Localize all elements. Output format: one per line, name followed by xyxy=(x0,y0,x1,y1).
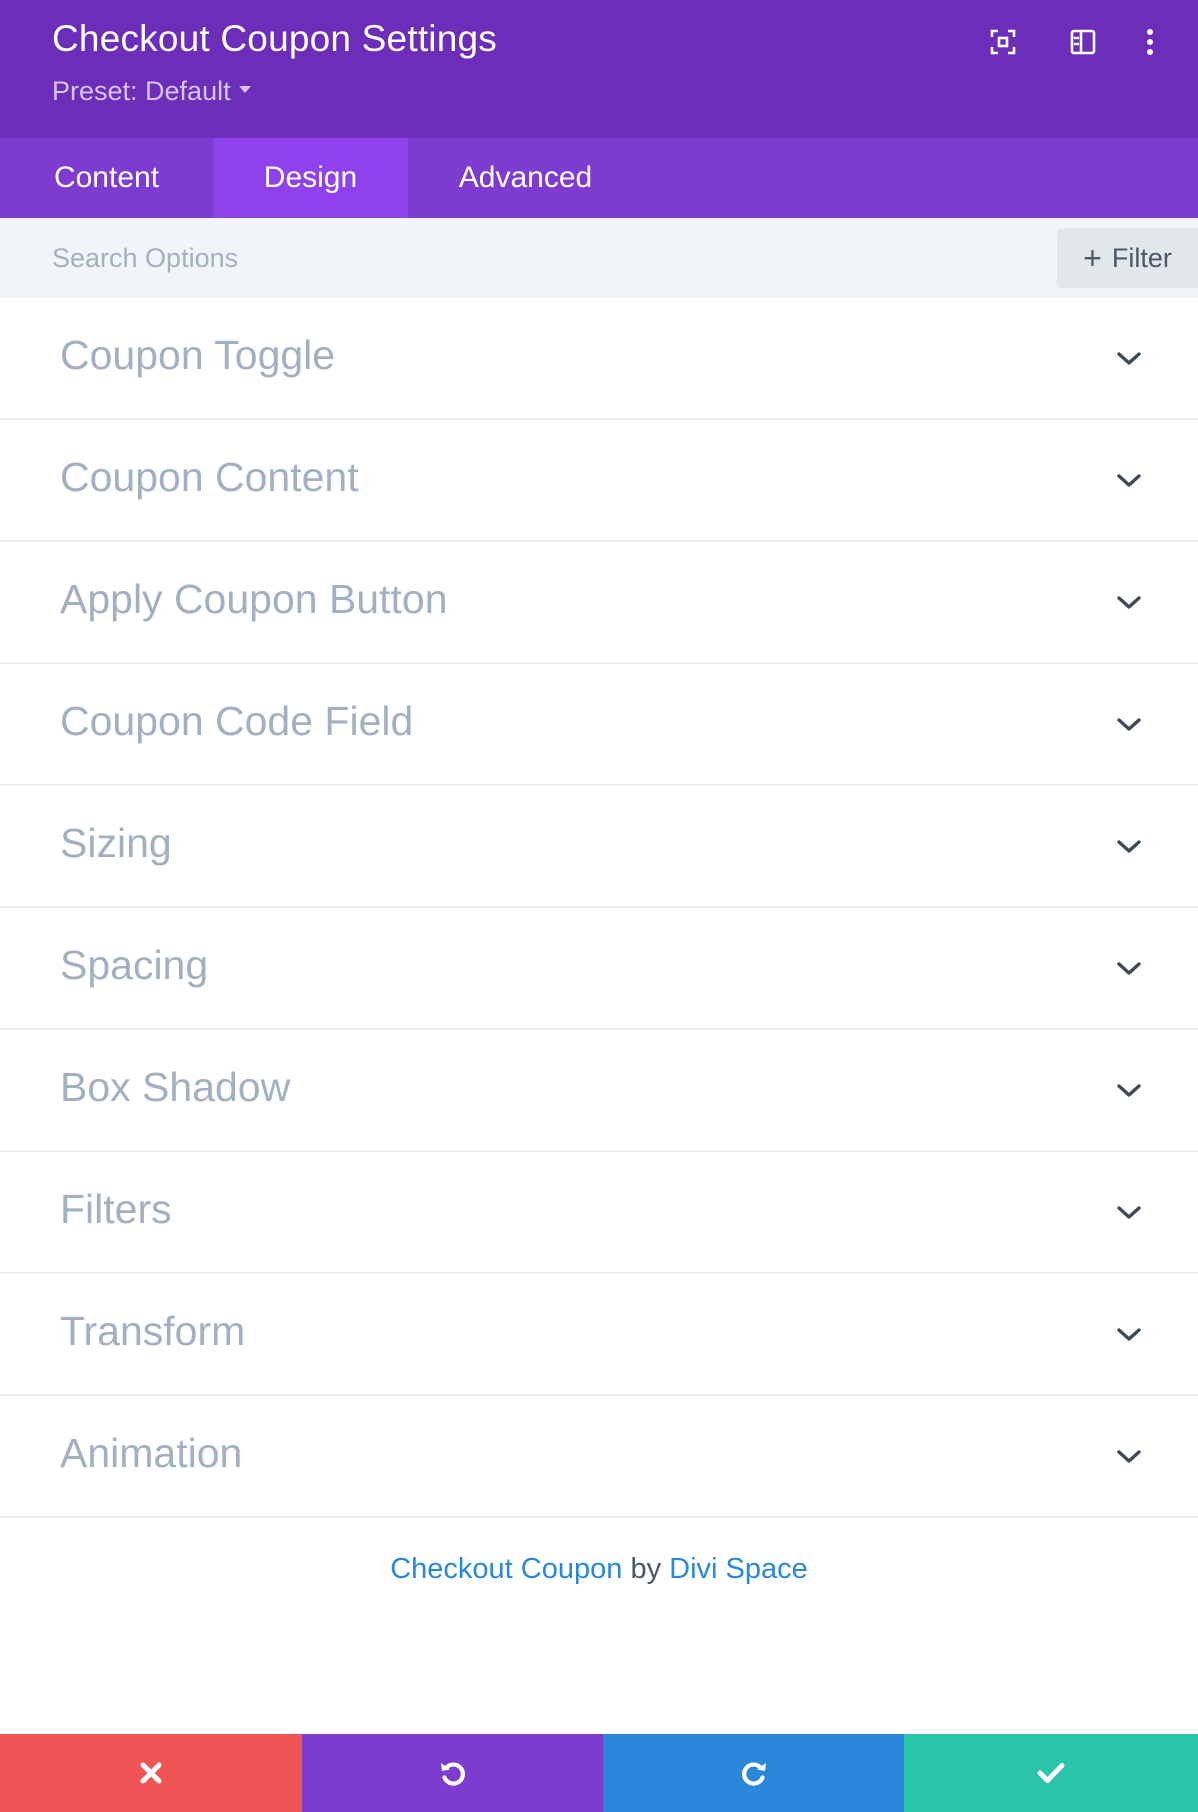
panel-title: Checkout Coupon Settings xyxy=(52,18,497,59)
chevron-down-icon xyxy=(1117,840,1141,853)
search-input[interactable] xyxy=(52,236,852,280)
module-credit: Checkout Coupon by Divi Space xyxy=(0,1553,1198,1586)
checkmark-icon xyxy=(1037,1763,1065,1783)
panel-header: Checkout Coupon Settings Preset: Default xyxy=(0,0,1198,138)
action-bar xyxy=(0,1734,1198,1812)
redo-button[interactable] xyxy=(603,1734,904,1812)
tab-design[interactable]: Design xyxy=(213,138,408,218)
plus-icon: + xyxy=(1083,240,1102,276)
toggle-apply-coupon-button[interactable]: Apply Coupon Button xyxy=(0,542,1198,664)
chevron-down-icon xyxy=(1117,962,1141,975)
toggle-label: Filters xyxy=(60,1186,172,1232)
settings-tabs: Content Design Advanced xyxy=(0,138,1198,218)
preset-selector[interactable]: Preset: Default xyxy=(52,76,251,107)
cancel-button[interactable] xyxy=(0,1734,302,1812)
undo-button[interactable] xyxy=(302,1734,603,1812)
caret-down-icon xyxy=(238,86,251,94)
chevron-down-icon xyxy=(1117,1450,1141,1463)
redo-icon xyxy=(741,1762,766,1786)
toggle-animation[interactable]: Animation xyxy=(0,1396,1198,1518)
save-button[interactable] xyxy=(904,1734,1198,1812)
toggle-label: Spacing xyxy=(60,942,209,988)
toggle-label: Transform xyxy=(60,1308,246,1354)
chevron-down-icon xyxy=(1117,718,1141,731)
undo-icon xyxy=(440,1762,465,1786)
sidebar-layout-icon[interactable] xyxy=(1063,22,1103,62)
chevron-down-icon xyxy=(1117,1206,1141,1219)
toggle-spacing[interactable]: Spacing xyxy=(0,908,1198,1030)
toggle-coupon-content[interactable]: Coupon Content xyxy=(0,420,1198,542)
fullscreen-icon[interactable] xyxy=(983,22,1023,62)
toggle-coupon-toggle[interactable]: Coupon Toggle xyxy=(0,298,1198,420)
module-settings-panel: Checkout Coupon Settings Preset: Default xyxy=(0,0,1198,1812)
cancel-icon xyxy=(140,1762,162,1784)
option-groups: Coupon Toggle Coupon Content Apply Coupo… xyxy=(0,298,1198,1518)
preset-label: Preset: Default xyxy=(52,76,231,106)
chevron-down-icon xyxy=(1117,474,1141,487)
filter-label: Filter xyxy=(1111,242,1172,273)
toggle-label: Sizing xyxy=(60,820,172,866)
search-bar: + Filter xyxy=(0,218,1198,298)
more-options-icon[interactable] xyxy=(1130,22,1170,62)
author-link[interactable]: Divi Space xyxy=(669,1553,808,1585)
toggle-label: Coupon Code Field xyxy=(60,698,414,744)
toggle-box-shadow[interactable]: Box Shadow xyxy=(0,1030,1198,1152)
filter-button[interactable]: + Filter xyxy=(1057,228,1198,288)
toggle-label: Coupon Toggle xyxy=(60,332,336,378)
toggle-label: Apply Coupon Button xyxy=(60,576,448,622)
toggle-label: Animation xyxy=(60,1430,243,1476)
toggle-label: Coupon Content xyxy=(60,454,359,500)
chevron-down-icon xyxy=(1117,596,1141,609)
tab-advanced[interactable]: Advanced xyxy=(408,138,643,218)
toggle-filters[interactable]: Filters xyxy=(0,1152,1198,1274)
toggle-transform[interactable]: Transform xyxy=(0,1274,1198,1396)
tab-content[interactable]: Content xyxy=(0,138,213,218)
chevron-down-icon xyxy=(1117,1328,1141,1341)
module-name-link[interactable]: Checkout Coupon xyxy=(390,1553,622,1585)
toggle-label: Box Shadow xyxy=(60,1064,291,1110)
toggle-coupon-code-field[interactable]: Coupon Code Field xyxy=(0,664,1198,786)
toggle-sizing[interactable]: Sizing xyxy=(0,786,1198,908)
credit-by-text: by xyxy=(630,1553,662,1585)
chevron-down-icon xyxy=(1117,1084,1141,1097)
chevron-down-icon xyxy=(1117,352,1141,365)
